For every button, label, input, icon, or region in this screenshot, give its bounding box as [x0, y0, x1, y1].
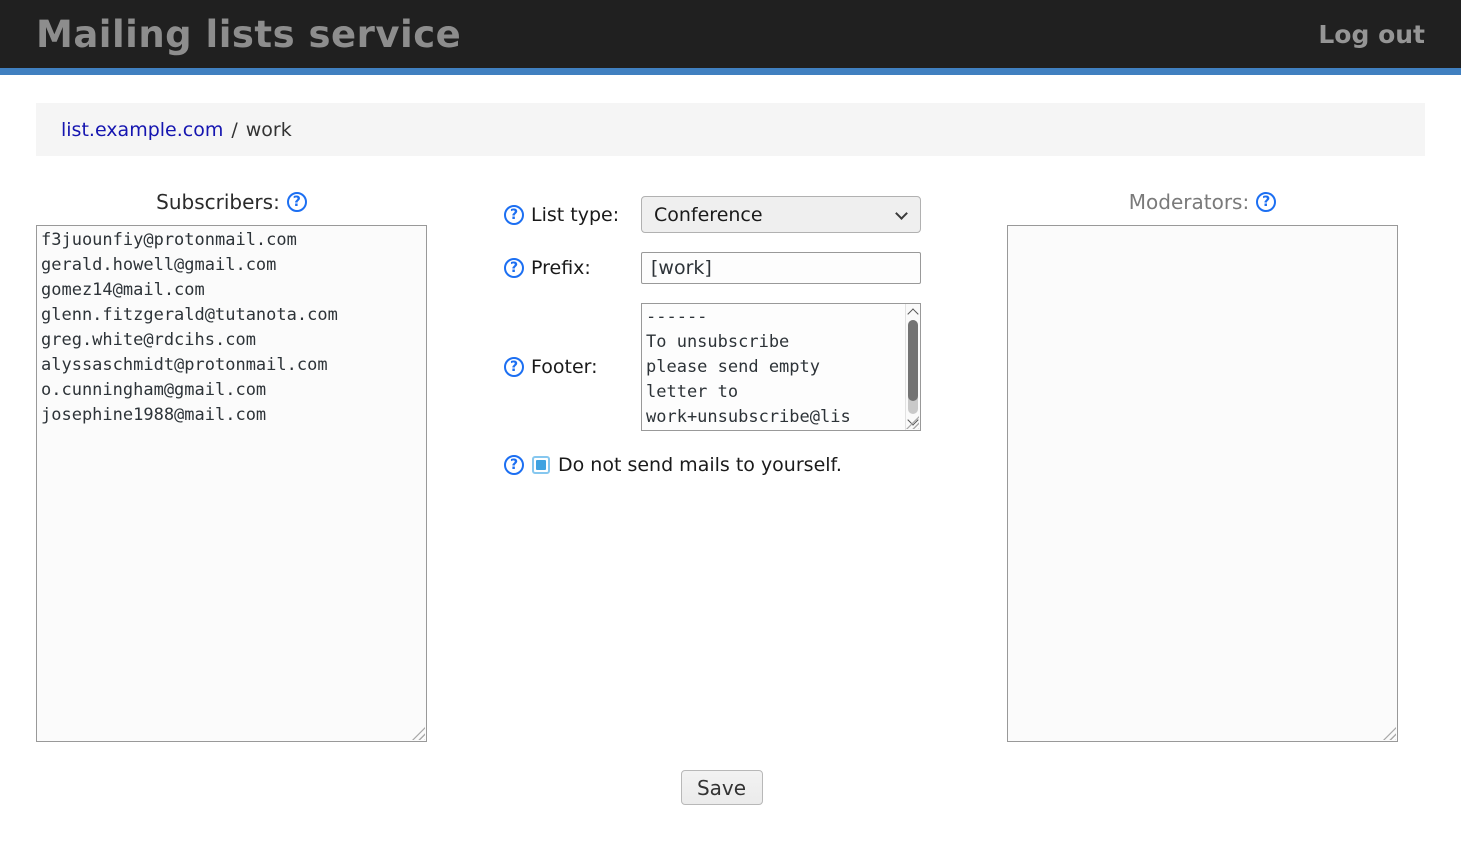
- moderators-heading: Moderators: ?: [1007, 189, 1398, 214]
- help-icon[interactable]: ?: [504, 455, 524, 475]
- breadcrumb: list.example.com / work: [36, 103, 1425, 156]
- list-type-select[interactable]: Conference: [641, 196, 921, 233]
- breadcrumb-separator: /: [231, 119, 237, 141]
- moderators-textarea[interactable]: [1007, 225, 1398, 742]
- help-icon[interactable]: ?: [287, 192, 307, 212]
- subscribers-column: Subscribers: ? f3juounfiy@protonmail.com…: [36, 189, 427, 742]
- scrollbar[interactable]: [905, 304, 920, 430]
- breadcrumb-current: work: [246, 119, 292, 141]
- header-bar: Mailing lists service Log out: [0, 0, 1461, 75]
- list-type-label: List type:: [531, 204, 619, 226]
- list-type-row: ? List type: Conference: [504, 196, 921, 233]
- prefix-input[interactable]: [641, 252, 921, 284]
- footer-textarea[interactable]: ------ To unsubscribe please send empty …: [642, 304, 905, 430]
- footer-label: Footer:: [531, 356, 598, 378]
- subscribers-textarea[interactable]: f3juounfiy@protonmail.com gerald.howell@…: [36, 225, 427, 742]
- logout-link[interactable]: Log out: [1318, 20, 1425, 49]
- help-icon[interactable]: ?: [504, 258, 524, 278]
- help-icon[interactable]: ?: [504, 357, 524, 377]
- save-row: Save: [513, 770, 930, 805]
- breadcrumb-domain-link[interactable]: list.example.com: [61, 119, 223, 141]
- list-settings-form: ? List type: Conference ? Prefix: ? Foot…: [504, 189, 921, 476]
- prefix-label: Prefix:: [531, 257, 591, 279]
- subscribers-heading: Subscribers: ?: [36, 189, 427, 214]
- no-self-mail-row: ? Do not send mails to yourself.: [504, 454, 921, 476]
- no-self-mail-label: Do not send mails to yourself.: [558, 454, 842, 476]
- moderators-column: Moderators: ?: [1007, 189, 1398, 742]
- scroll-up-icon[interactable]: [907, 308, 918, 319]
- prefix-row: ? Prefix:: [504, 252, 921, 284]
- moderators-label: Moderators:: [1129, 190, 1249, 214]
- page-title: Mailing lists service: [36, 13, 461, 56]
- no-self-mail-checkbox[interactable]: [532, 456, 550, 474]
- main-content: Subscribers: ? f3juounfiy@protonmail.com…: [0, 189, 1461, 742]
- save-button[interactable]: Save: [681, 770, 763, 805]
- footer-row: ? Footer: ------ To unsubscribe please s…: [504, 303, 921, 431]
- subscribers-label: Subscribers:: [156, 190, 280, 214]
- scrollbar-thumb[interactable]: [908, 320, 918, 401]
- help-icon[interactable]: ?: [504, 205, 524, 225]
- help-icon[interactable]: ?: [1256, 192, 1276, 212]
